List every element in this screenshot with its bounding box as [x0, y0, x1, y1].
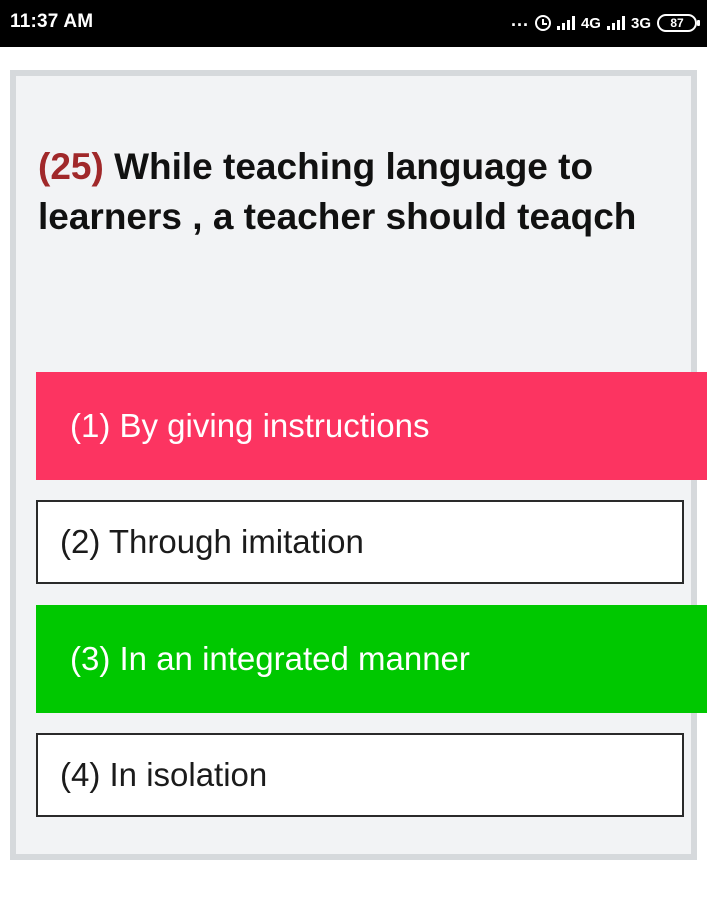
option-3-button[interactable]: (3) In an integrated manner [36, 605, 707, 713]
option-1-label: (1) By giving instructions [70, 407, 430, 444]
alarm-icon [534, 15, 551, 31]
signal-icon-2 [606, 16, 625, 30]
option-2-button[interactable]: (2) Through imitation [36, 500, 684, 584]
question-text: (25) While teaching language to learners… [38, 142, 658, 242]
question-number: (25) [38, 146, 104, 187]
status-time: 11:37 AM [10, 11, 94, 32]
battery-icon: 87 [657, 14, 700, 32]
signal-icon [556, 16, 575, 30]
option-1-button[interactable]: (1) By giving instructions [36, 372, 707, 480]
option-4-label: (4) In isolation [60, 756, 268, 793]
status-icons: ... 4G 3G 87 [510, 10, 700, 36]
option-2-label: (2) Through imitation [60, 523, 364, 560]
question-body: While teaching language to learners , a … [38, 146, 637, 237]
option-4-button[interactable]: (4) In isolation [36, 733, 684, 817]
status-bar: 11:37 AM ... 4G 3G 87 [0, 0, 707, 47]
more-notifications-icon: ... [510, 10, 529, 30]
network-type-label: 4G [580, 14, 601, 32]
question-card: (25) While teaching language to learners… [10, 70, 707, 860]
option-3-label: (3) In an integrated manner [70, 640, 470, 677]
network-type-label-2: 3G [630, 14, 651, 32]
